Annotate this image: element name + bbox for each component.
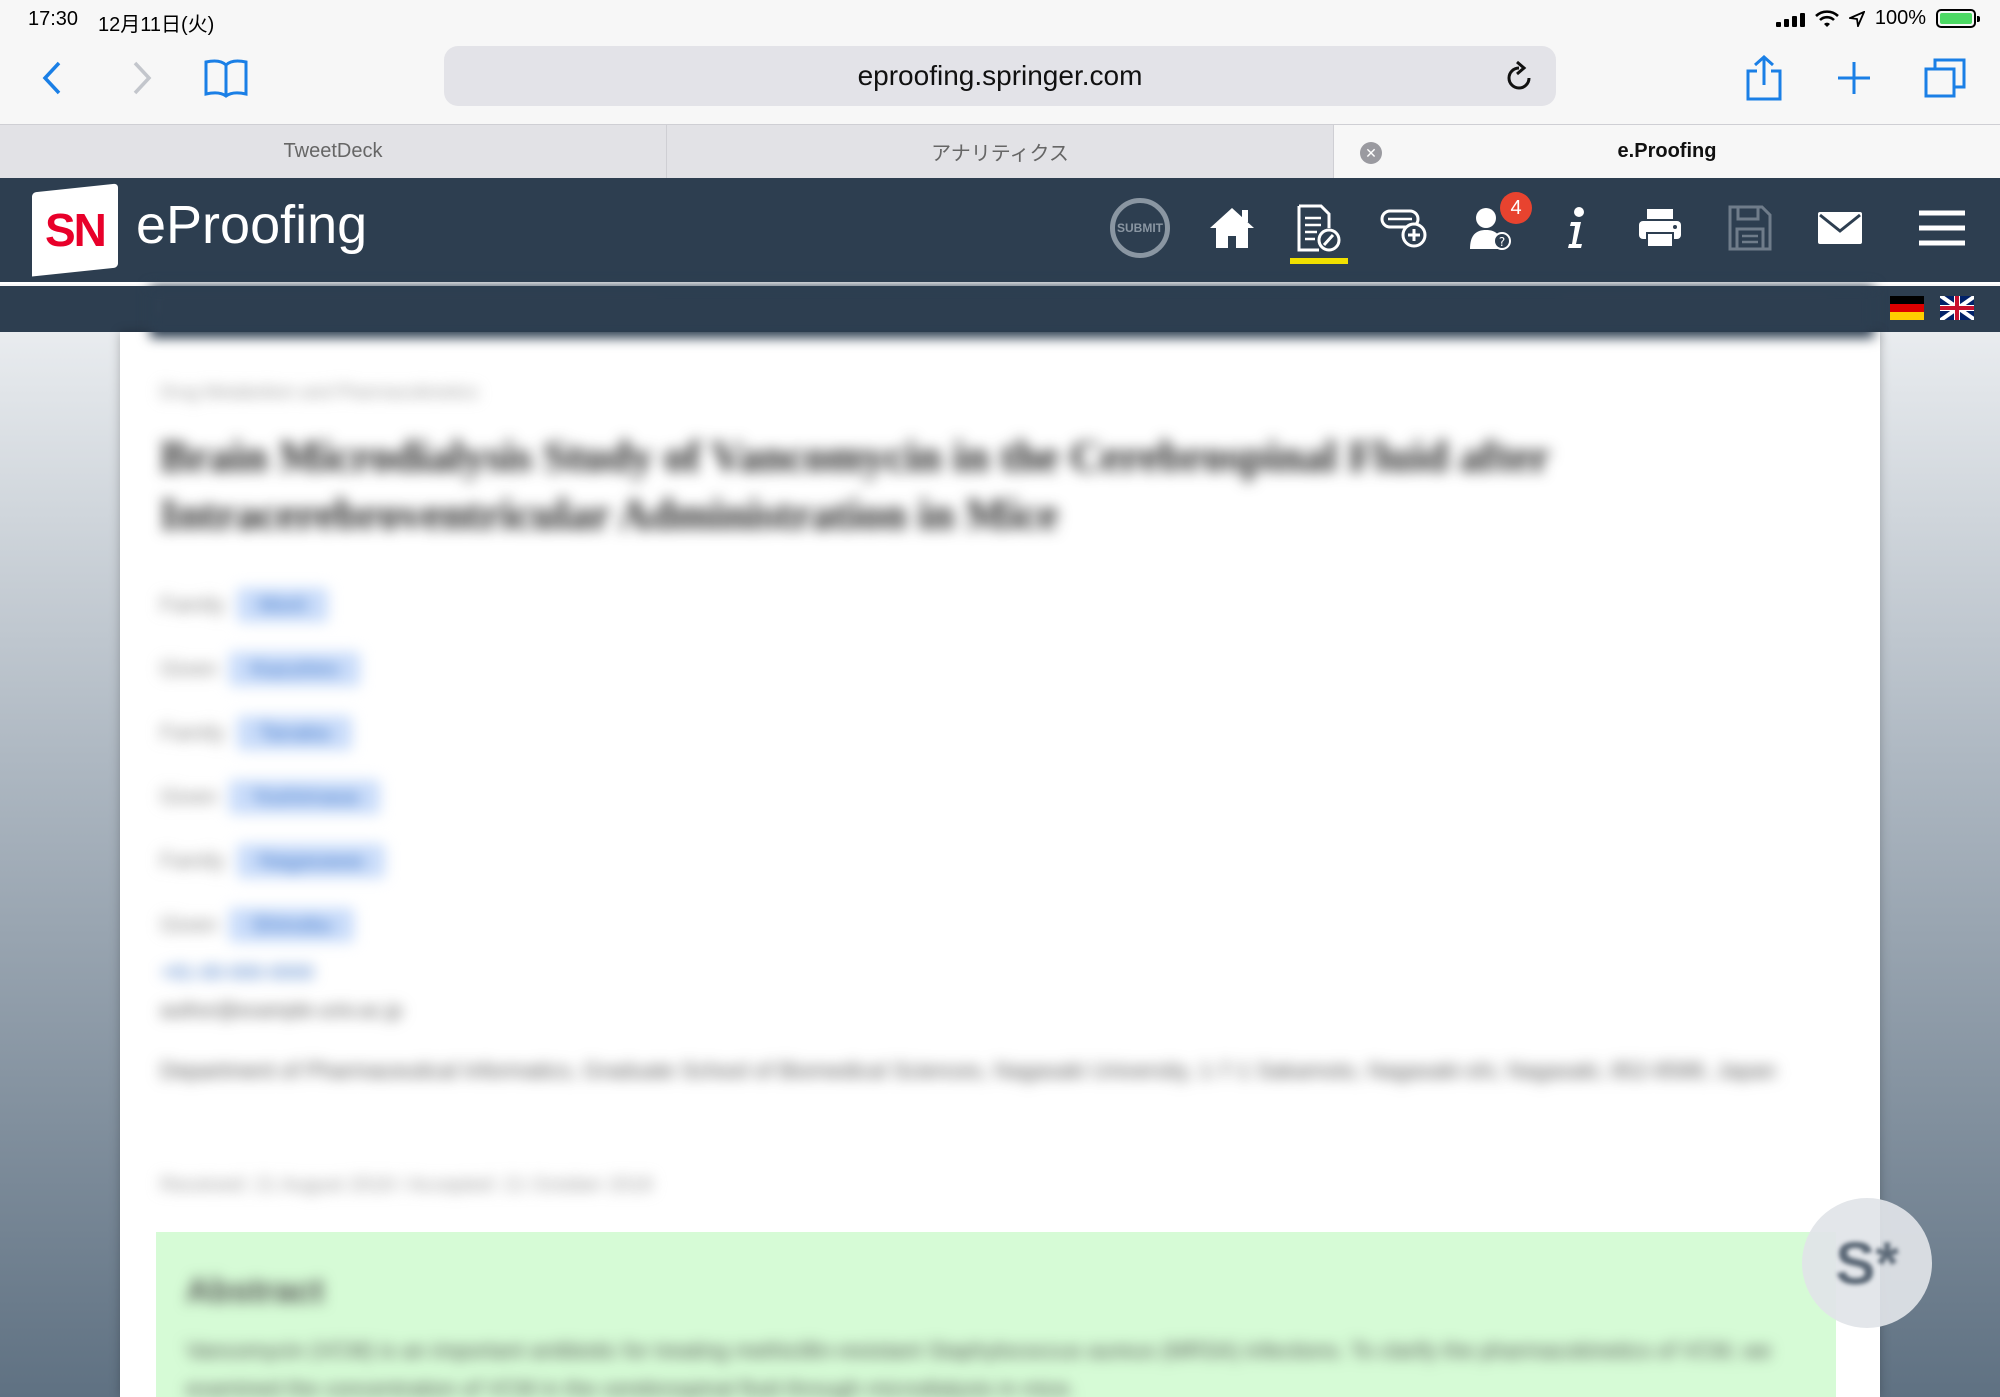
chevron-left-icon [42,61,61,95]
proof-document: Drug Metabolism and Pharmacokinetics Bra… [120,332,1880,1397]
app-header: SN eProofing SUBMIT ? [0,178,2000,284]
tabs-icon [1924,58,1966,98]
author-name: Morii [236,588,329,622]
author-name: Nagasawa [236,844,385,878]
tab-tweetdeck[interactable]: TweetDeck [0,125,667,178]
plus-icon [1838,62,1870,94]
tab-eproofing[interactable]: ✕ e.Proofing [1334,125,2000,178]
active-tab-indicator [1290,258,1348,264]
received-dates: Received: 21 August 2018 / Accepted: 21 … [160,1174,653,1196]
author-field[interactable]: Family Nagasawa [160,844,385,878]
journal-name: Drug Metabolism and Pharmacokinetics [160,382,479,402]
close-tab-icon[interactable]: ✕ [1360,142,1382,164]
status-bar: 17:30 12月11日(火) 100% [0,0,2000,40]
new-tab-button[interactable] [1834,50,1874,106]
author-role: Family [160,720,225,745]
printer-icon [1639,209,1681,248]
document-edit-icon [1297,204,1341,252]
author-role: Given [160,912,218,937]
fab-label: S* [1835,1229,1899,1297]
article-title[interactable]: Brain Microdialysis Study of Vancomycin … [160,428,1840,544]
cellular-signal-icon [1775,11,1805,27]
author-role: Family [160,592,225,617]
notification-badge: 4 [1500,192,1532,224]
status-date: 12月11日(火) [98,14,215,36]
comment-add-icon [1380,209,1427,248]
author-name: Yoshimasa [229,780,381,814]
print-button[interactable] [1628,196,1692,260]
chevron-right-icon [133,61,152,95]
author-field[interactable]: Given Yoshimasa [160,780,381,814]
home-button[interactable] [1200,196,1264,260]
author-name: Kazuhiro [229,652,361,686]
battery-icon [1936,9,1980,28]
menu-button[interactable] [1910,196,1974,260]
floating-action-button[interactable]: S* [1802,1198,1932,1328]
abstract-text[interactable]: Vancomycin (VCM) is an important antibio… [186,1332,1806,1397]
tab-label: e.Proofing [1617,140,1717,162]
add-comment-button[interactable] [1372,196,1436,260]
address-bar[interactable]: eproofing.springer.com [444,46,1556,106]
hamburger-menu-icon [1919,210,1965,246]
save-button[interactable] [1718,196,1782,260]
author-field[interactable]: Given Shinobu [160,908,355,942]
info-icon [1568,207,1584,248]
submit-circle-icon: SUBMIT [1110,198,1170,258]
home-icon [1210,208,1254,248]
author-field[interactable]: Family Tanaka [160,716,352,750]
browser-tabs: TweetDeck アナリティクス ✕ e.Proofing [0,124,2000,178]
author-role: Given [160,784,218,809]
abstract-heading: Abstract [186,1272,324,1310]
uk-flag-icon[interactable] [1940,296,1974,320]
back-button[interactable] [34,50,70,106]
submit-button[interactable]: SUBMIT [1108,196,1172,260]
location-arrow-icon [1848,10,1865,27]
envelope-icon [1818,212,1862,244]
bookmarks-button[interactable] [202,50,250,106]
author-role: Family [160,848,225,873]
document-top-shadow [150,286,1874,338]
phone-line: +81-00-000-0000 [160,962,314,985]
tab-analytics[interactable]: アナリティクス [667,125,1334,178]
share-button[interactable] [1744,50,1784,106]
url-text: eproofing.springer.com [857,60,1143,91]
floppy-disk-icon [1728,205,1772,251]
email-line: author@example-univ.ac.jp [160,1000,403,1022]
german-flag-icon[interactable] [1890,296,1924,320]
book-icon [204,59,248,98]
author-name: Tanaka [236,716,352,750]
author-field[interactable]: Given Kazuhiro [160,652,361,686]
tabs-overview-button[interactable] [1922,50,1968,106]
svg-text:?: ? [1499,235,1505,249]
battery-percent: 100% [1874,7,1926,29]
reload-icon[interactable] [1504,60,1534,92]
info-button[interactable] [1544,196,1608,260]
logo-text: SN [45,204,105,256]
status-time: 17:30 [28,8,79,30]
author-role: Given [160,656,218,681]
message-button[interactable] [1808,196,1872,260]
affiliation[interactable]: Department of Pharmaceutical Informatics… [160,1052,1800,1090]
author-name: Shinobu [229,908,355,942]
wifi-icon [1814,9,1839,27]
author-field[interactable]: Family Morii [160,588,329,622]
status-indicators: 100% [1775,7,1980,30]
tab-label: TweetDeck [283,140,383,162]
share-icon [1746,55,1782,101]
brand-title: eProofing [136,195,368,255]
springer-nature-logo[interactable]: SN [32,183,118,277]
abstract-section: Abstract Vancomycin (VCM) is an importan… [156,1232,1836,1397]
edit-document-button[interactable] [1286,196,1350,260]
phone-link[interactable]: +81-00-000-0000 [160,962,314,984]
forward-button[interactable] [124,50,160,106]
browser-toolbar: eproofing.springer.com [0,40,2000,124]
tab-label: アナリティクス [931,143,1069,165]
